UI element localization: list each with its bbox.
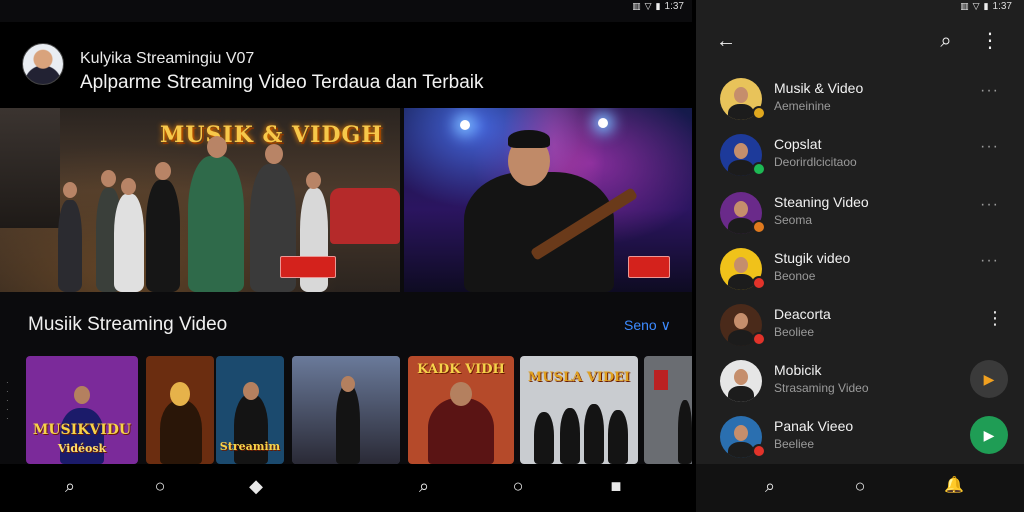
more-options-icon[interactable]: ··· bbox=[980, 138, 999, 156]
status-badge bbox=[752, 162, 766, 176]
home-circle-icon[interactable]: ○ bbox=[848, 474, 872, 498]
wifi-icon: ▽ bbox=[972, 0, 980, 11]
status-badge bbox=[752, 332, 766, 346]
thumbnail-label: MUSLA VIDEI bbox=[527, 370, 631, 385]
channel-title: Musik & Video bbox=[774, 80, 864, 96]
more-options-icon[interactable]: ··· bbox=[980, 252, 999, 270]
video-thumbnail[interactable] bbox=[644, 356, 692, 464]
channel-row[interactable]: Copslat Deorirdlcicitaoo ··· bbox=[696, 128, 1024, 184]
channel-row[interactable]: Steaning Video Seoma ··· bbox=[696, 186, 1024, 242]
bottom-nav: ⌕ ○ ◆ ⌕ ○ ■ bbox=[0, 464, 692, 512]
channel-title: Steaning Video bbox=[774, 194, 869, 210]
channel-row[interactable]: Deacorta Beoliee ⋮ bbox=[696, 298, 1024, 354]
play-button[interactable]: ▶ bbox=[970, 416, 1008, 454]
channel-row[interactable]: Mobicik Strasaming Video ▶ bbox=[696, 354, 1024, 410]
bell-icon[interactable]: 🔔 bbox=[942, 474, 966, 498]
wifi-icon: ▽ bbox=[644, 0, 652, 11]
thumbnail-label: KADK VIDH bbox=[417, 362, 505, 377]
video-thumbnail[interactable] bbox=[146, 356, 214, 464]
more-options-icon[interactable]: ··· bbox=[980, 82, 999, 100]
video-thumbnail[interactable]: MUSIKVIDU Vidéosk bbox=[26, 356, 138, 464]
play-button[interactable]: ▶ bbox=[970, 360, 1008, 398]
status-bar: ▥ ▽ ▮ 1:37 bbox=[632, 0, 684, 12]
channel-row[interactable]: Stugik video Beonoe ··· bbox=[696, 242, 1024, 298]
channel-row[interactable]: Musik & Video Aemeinine ··· bbox=[696, 72, 1024, 128]
video-thumbnail[interactable]: MUSLA VIDEI bbox=[520, 356, 638, 464]
hero-banner-2[interactable] bbox=[404, 108, 692, 292]
video-thumbnail[interactable]: KADK VIDH bbox=[408, 356, 514, 464]
status-bar: ▥ ▽ ▮ 1:37 bbox=[960, 0, 1012, 12]
channel-title: Copslat bbox=[774, 136, 822, 152]
thumbnail-sublabel: Vidéosk bbox=[57, 442, 107, 455]
video-thumbnail[interactable]: Streamim bbox=[216, 356, 284, 464]
channel-subtitle: Strasaming Video bbox=[774, 381, 869, 395]
search-icon[interactable]: ⌕ bbox=[932, 27, 960, 55]
vibrate-icon: ▥ bbox=[960, 0, 969, 11]
channel-title: Deacorta bbox=[774, 306, 831, 322]
profile-avatar[interactable] bbox=[22, 43, 64, 85]
channel-subtitle: Aemeinine bbox=[774, 99, 831, 113]
home-circle-icon[interactable]: ○ bbox=[506, 474, 530, 498]
library-icon[interactable]: ◆ bbox=[244, 474, 268, 498]
vibrate-icon: ▥ bbox=[632, 0, 641, 11]
status-badge bbox=[752, 106, 766, 120]
channel-subtitle: Beonoe bbox=[774, 269, 816, 283]
battery-icon: ▮ bbox=[655, 0, 661, 11]
channel-title: Panak Vieeo bbox=[774, 418, 854, 434]
status-time: 1:37 bbox=[992, 0, 1012, 12]
more-options-icon[interactable]: ··· bbox=[980, 196, 999, 214]
channel-subtitle: Beeliee bbox=[774, 437, 815, 451]
status-badge bbox=[752, 444, 766, 458]
see-all-link[interactable]: Seno ∨ bbox=[624, 317, 671, 334]
back-arrow-icon[interactable]: ← bbox=[712, 27, 740, 55]
library-icon[interactable]: ■ bbox=[604, 474, 628, 498]
avatar bbox=[720, 360, 762, 402]
channel-title: Stugik video bbox=[774, 250, 851, 266]
channel-title: Mobicik bbox=[774, 362, 822, 378]
status-badge bbox=[752, 276, 766, 290]
channel-subtitle: Deorirdlcicitaoo bbox=[774, 155, 857, 169]
hero-badge bbox=[280, 256, 336, 278]
app-header: Kulyika Streamingiu V07 Aplparme Streami… bbox=[0, 22, 692, 108]
battery-icon: ▮ bbox=[983, 0, 989, 11]
search-icon[interactable]: ⌕ bbox=[58, 474, 82, 498]
menu-icon[interactable]: ⋮ bbox=[976, 27, 1004, 55]
channel-subtitle: Seoma bbox=[774, 213, 813, 227]
hero-banner-1[interactable]: MUSIK & VIDGH bbox=[0, 108, 400, 292]
search-icon[interactable]: ⌕ bbox=[758, 474, 782, 498]
main-pane: ▥ ▽ ▮ 1:37 Kulyika Streamingiu V07 Aplpa… bbox=[0, 0, 692, 512]
status-badge bbox=[752, 220, 766, 234]
thumbnail-label: MUSIKVIDU bbox=[32, 422, 132, 438]
bottom-nav: ⌕ ○ 🔔 bbox=[696, 464, 1024, 512]
video-thumbnail[interactable] bbox=[292, 356, 400, 464]
thumbnail-sublabel: Streamim bbox=[219, 440, 281, 453]
section-title: Musiik Streaming Video bbox=[28, 314, 228, 335]
channel-row[interactable]: Panak Vieeo Beeliee ▶ bbox=[696, 410, 1024, 466]
panel-header: ← ⌕ ⋮ bbox=[696, 14, 1024, 68]
menu-icon[interactable]: ⋮ bbox=[986, 308, 1005, 329]
home-circle-icon[interactable]: ○ bbox=[148, 474, 172, 498]
search-icon[interactable]: ⌕ bbox=[412, 474, 436, 498]
side-indicator: · · · · · bbox=[6, 378, 9, 423]
app-subtitle: Aplparme Streaming Video Terdaua dan Ter… bbox=[80, 72, 484, 93]
side-panel: ▥ ▽ ▮ 1:37 ← ⌕ ⋮ Musik & Video Aemeinine ·… bbox=[696, 0, 1024, 512]
app-title: Kulyika Streamingiu V07 bbox=[80, 50, 255, 67]
hero-badge bbox=[628, 256, 670, 278]
status-time: 1:37 bbox=[664, 0, 684, 12]
channel-subtitle: Beoliee bbox=[774, 325, 815, 339]
